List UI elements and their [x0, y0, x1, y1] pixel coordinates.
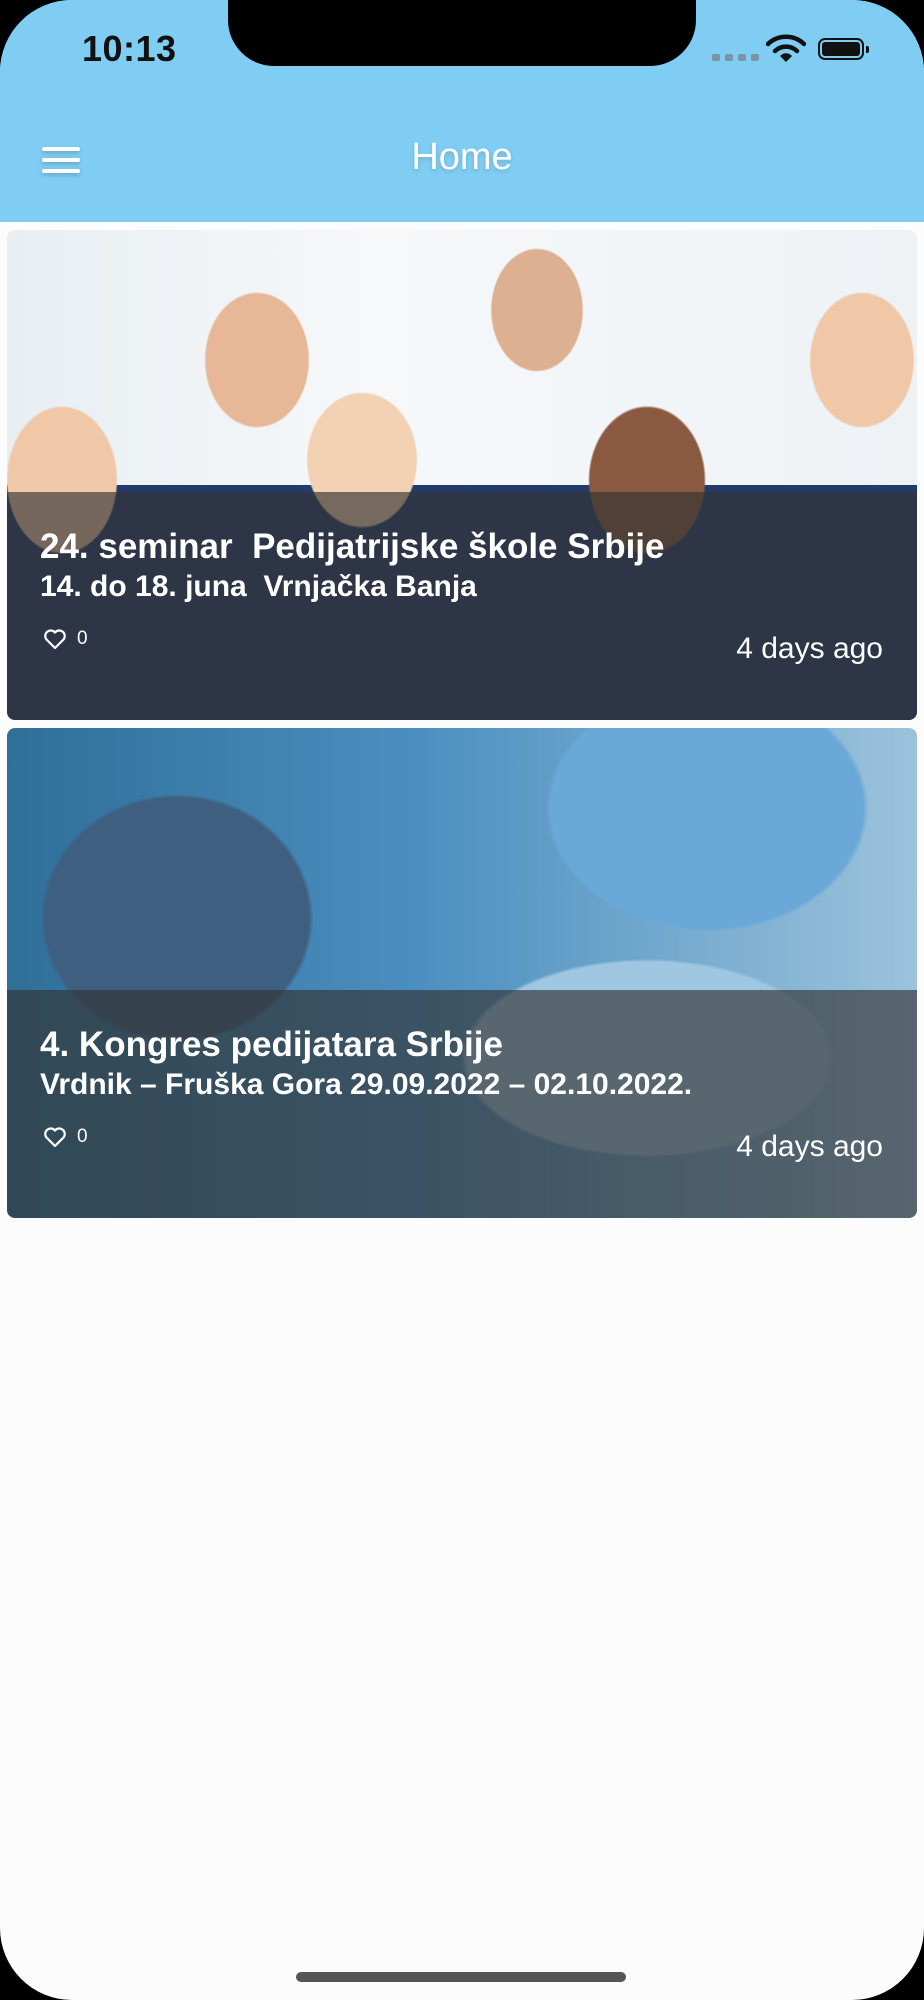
post-subtitle: Vrdnik – Fruška Gora 29.09.2022 – 02.10.…: [40, 1068, 693, 1101]
heart-icon: [44, 629, 66, 650]
device-notch: [228, 0, 696, 66]
post-timestamp: 4 days ago: [736, 632, 883, 665]
status-time: 10:13: [82, 28, 177, 69]
like-count: 0: [77, 1126, 88, 1147]
post-timestamp: 4 days ago: [736, 1130, 883, 1163]
home-indicator[interactable]: [296, 1972, 626, 1982]
wifi-icon: [766, 34, 806, 62]
heart-icon: [44, 1127, 66, 1148]
like-count: 0: [77, 628, 88, 649]
status-indicators: [712, 34, 882, 66]
post-title: 4. Kongres pedijatara Srbije: [40, 1025, 503, 1064]
cellular-signal-icon: [712, 54, 759, 61]
like-button[interactable]: 0: [43, 628, 88, 650]
post-title: 24. seminar Pedijatrijske škole Srbije: [40, 527, 665, 566]
post-card[interactable]: 24. seminar Pedijatrijske škole Srbije 1…: [7, 230, 917, 720]
top-bar: 10:13 Home: [0, 0, 924, 222]
post-card[interactable]: 4. Kongres pedijatara Srbije Vrdnik – Fr…: [7, 728, 917, 1218]
like-button[interactable]: 0: [43, 1126, 88, 1148]
battery-icon: [818, 38, 869, 60]
post-subtitle: 14. do 18. juna Vrnjačka Banja: [40, 570, 477, 603]
app-screen: 10:13 Home 24. seminar Pedijatrijske ško…: [0, 0, 924, 2000]
page-title: Home: [411, 136, 513, 178]
